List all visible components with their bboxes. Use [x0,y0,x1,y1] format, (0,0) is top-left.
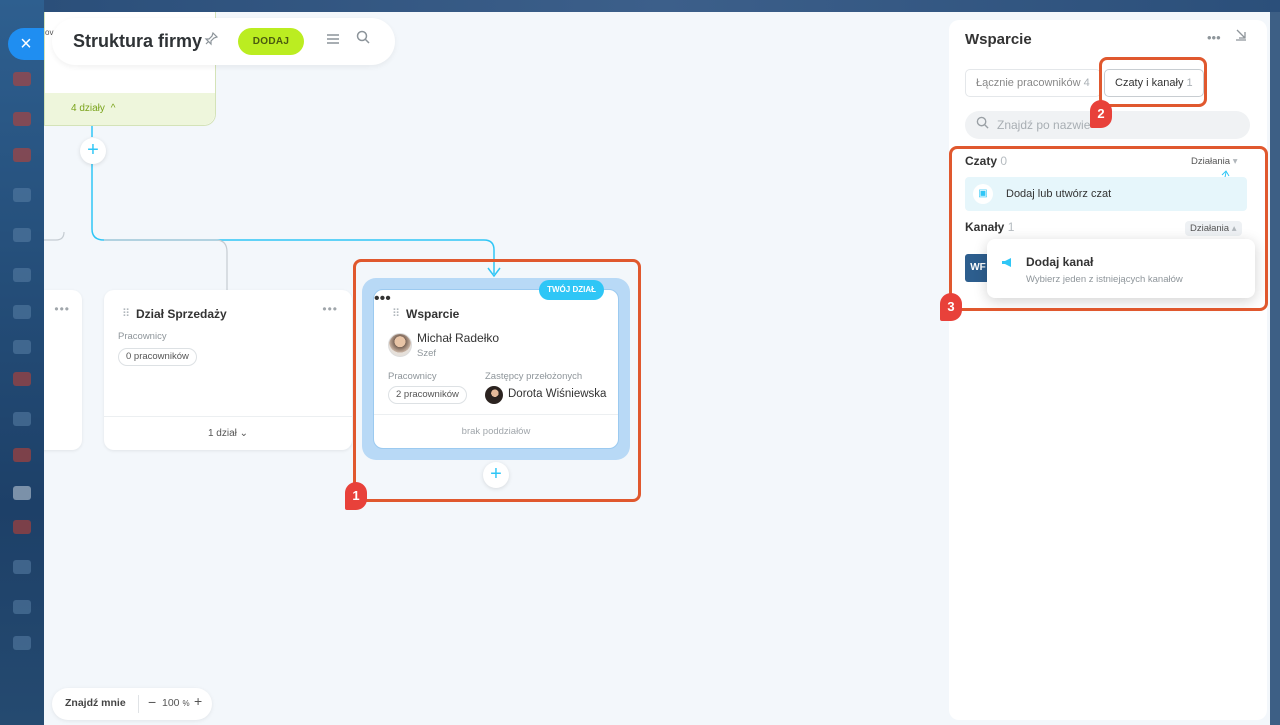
add-button[interactable]: DODAJ [238,28,304,55]
pin-icon[interactable] [204,31,219,49]
sidebar-app-icon[interactable] [13,340,31,354]
header-bar: Struktura firmy DODAJ [52,18,395,65]
sidebar-app-icon[interactable] [13,412,31,426]
chevron-up-icon: ^ [110,103,116,114]
sidebar-app-icon[interactable] [13,448,31,462]
annotation-box-1 [353,259,641,502]
sidebar-app-icon[interactable] [13,148,31,162]
annotation-box-3 [949,146,1268,311]
sidebar-app-icon[interactable] [13,372,31,386]
department-card-partial[interactable]: ••• [44,290,82,450]
employees-chip[interactable]: 0 pracowników [118,348,197,366]
divider [138,695,139,713]
sidebar-app-icon[interactable] [13,268,31,282]
sidebar-app-icon[interactable] [13,72,31,86]
subdepartments-toggle[interactable]: 1 dział ⌄ [104,416,352,450]
subdepartments-toggle[interactable]: 4 działy ^ [45,93,215,125]
sidebar-app-icon[interactable] [13,228,31,242]
truncated-text: ov [45,28,54,37]
more-icon[interactable]: ••• [1207,30,1221,45]
collapse-icon[interactable] [1235,29,1247,44]
sidebar-app-icon[interactable] [13,112,31,126]
add-subdepartment-button[interactable]: + [80,138,106,164]
annotation-box-2 [1099,57,1207,107]
annotation-number: 3 [940,293,962,321]
top-strip [44,0,1280,12]
subdepartments-count: 1 dział [207,428,237,439]
drag-handle-icon[interactable]: ⠿ [122,307,130,320]
zoom-out-button[interactable]: − [148,694,156,710]
left-sidebar-strip [0,0,44,725]
department-card-sales[interactable]: ⠿ Dział Sprzedaży ••• Pracownicy 0 praco… [104,290,352,450]
zoom-in-button[interactable]: + [194,693,202,709]
subdepartments-count: 4 działy [71,103,105,114]
sidebar-app-icon[interactable] [13,188,31,202]
department-title: Dział Sprzedaży [136,307,227,321]
more-icon[interactable]: ••• [54,302,70,316]
tab-employees[interactable]: Łącznie pracowników 4 [965,69,1101,97]
employees-label: Pracownicy [118,331,167,342]
right-strip [1270,12,1280,725]
zoom-toolbar: Znajdź mnie − 100 % + [52,688,212,720]
annotation-number: 1 [345,482,367,510]
annotation-number: 2 [1090,100,1112,128]
sidebar-app-icon[interactable] [13,305,31,319]
more-icon[interactable]: ••• [322,302,338,316]
zoom-level: 100 % [162,697,190,709]
sidebar-app-icon[interactable] [13,486,31,500]
close-icon[interactable]: × [8,28,44,60]
menu-icon[interactable] [326,32,340,50]
chevron-down-icon: ⌄ [239,428,249,439]
panel-title: Wsparcie [965,31,1032,48]
plus-icon: + [87,139,99,161]
sidebar-app-icon[interactable] [13,636,31,650]
sidebar-app-icon[interactable] [13,520,31,534]
search-icon [976,116,989,132]
sidebar-app-icon[interactable] [13,560,31,574]
search-icon[interactable] [356,30,370,49]
find-me-button[interactable]: Znajdź mnie [65,697,126,709]
page-title: Struktura firmy [73,31,203,51]
sidebar-app-icon[interactable] [13,600,31,614]
